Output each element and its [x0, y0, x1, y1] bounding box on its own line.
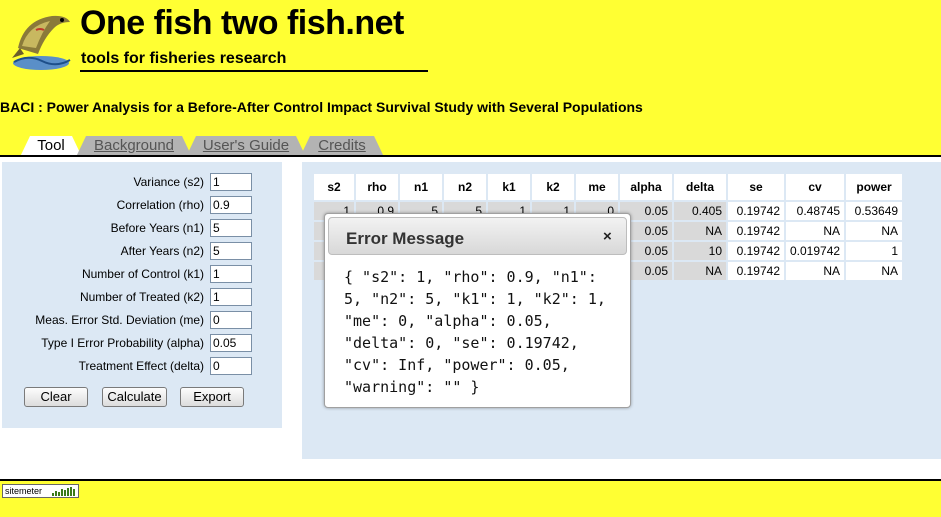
correlation-input[interactable] — [210, 196, 252, 214]
column-header-alpha: alpha — [620, 174, 672, 200]
column-header-cv: cv — [786, 174, 845, 200]
before-years-input[interactable] — [210, 219, 252, 237]
table-cell: 1 — [846, 242, 903, 260]
variance-label: Variance (s2) — [133, 175, 204, 189]
site-header: One fish two fish.net tools for fisherie… — [0, 0, 941, 100]
column-header-power: power — [846, 174, 903, 200]
error-dialog: Error Message × { "s2": 1, "rho": 0.9, "… — [324, 213, 631, 408]
correlation-label: Correlation (rho) — [116, 198, 204, 212]
tab-credits-label: Credits — [318, 137, 366, 154]
form-row-delta: Treatment Effect (delta) — [2, 356, 282, 376]
dialog-title: Error Message — [346, 229, 465, 248]
table-cell: 0.19742 — [728, 242, 784, 260]
table-cell: 0.53649 — [846, 202, 903, 220]
column-header-k2: k2 — [532, 174, 574, 200]
table-cell: 0.48745 — [786, 202, 845, 220]
delta-label: Treatment Effect (delta) — [78, 359, 204, 373]
form-row-alpha: Type I Error Probability (alpha) — [2, 333, 282, 353]
subtitle-underline — [80, 70, 428, 72]
alpha-input[interactable] — [210, 334, 252, 352]
table-cell: 0.19742 — [728, 202, 784, 220]
tab-credits[interactable]: Credits — [300, 136, 384, 157]
table-cell: 0.19742 — [728, 262, 784, 280]
column-header-s2: s2 — [314, 174, 354, 200]
number-of-control-label: Number of Control (k1) — [81, 267, 204, 281]
sitemeter-label: sitemeter — [5, 486, 43, 496]
table-cell: 10 — [674, 242, 726, 260]
column-header-rho: rho — [356, 174, 398, 200]
column-header-se: se — [728, 174, 784, 200]
form-row-after-years: After Years (n2) — [2, 241, 282, 261]
close-icon[interactable]: × — [603, 229, 612, 244]
after-years-input[interactable] — [210, 242, 252, 260]
page-title: BACI : Power Analysis for a Before-After… — [0, 99, 643, 115]
table-cell: 0.019742 — [786, 242, 845, 260]
dialog-message: { "s2": 1, "rho": 0.9, "n1": 5, "n2": 5,… — [344, 268, 606, 396]
after-years-label: After Years (n2) — [120, 244, 204, 258]
variance-input[interactable] — [210, 173, 252, 191]
sitemeter-badge[interactable]: sitemeter — [2, 484, 79, 498]
export-button[interactable]: Export — [180, 387, 244, 407]
column-header-k1: k1 — [488, 174, 530, 200]
leaping-fish-icon — [8, 8, 74, 72]
bar-chart-icon — [52, 487, 75, 496]
table-cell: NA — [674, 262, 726, 280]
table-cell: NA — [786, 262, 845, 280]
delta-input[interactable] — [210, 357, 252, 375]
alpha-label: Type I Error Probability (alpha) — [41, 336, 204, 350]
column-header-delta: delta — [674, 174, 726, 200]
tab-background-label: Background — [93, 137, 175, 154]
form-row-number-of-treated: Number of Treated (k2) — [2, 287, 282, 307]
before-years-label: Before Years (n1) — [110, 221, 204, 235]
meas-error-input[interactable] — [210, 311, 252, 329]
number-of-control-input[interactable] — [210, 265, 252, 283]
column-header-n2: n2 — [444, 174, 486, 200]
column-header-n1: n1 — [400, 174, 442, 200]
calculate-button[interactable]: Calculate — [102, 387, 167, 407]
tab-background[interactable]: Background — [76, 136, 192, 157]
results-header-row: s2 rho n1 n2 k1 k2 me alpha delta se cv … — [314, 174, 903, 200]
form-row-meas-error: Meas. Error Std. Deviation (me) — [2, 310, 282, 330]
footer-divider — [0, 479, 941, 481]
table-cell: NA — [846, 222, 903, 240]
tab-tool-label: Tool — [37, 137, 65, 154]
table-cell: 0.19742 — [728, 222, 784, 240]
form-row-before-years: Before Years (n1) — [2, 218, 282, 238]
meas-error-label: Meas. Error Std. Deviation (me) — [35, 313, 204, 327]
number-of-treated-input[interactable] — [210, 288, 252, 306]
column-header-me: me — [576, 174, 618, 200]
tab-tool[interactable]: Tool — [20, 136, 82, 157]
number-of-treated-label: Number of Treated (k2) — [79, 290, 204, 304]
form-row-variance: Variance (s2) — [2, 172, 282, 192]
table-cell: NA — [846, 262, 903, 280]
site-subtitle: tools for fisheries research — [81, 50, 287, 67]
tab-users-guide-label: User's Guide — [202, 137, 290, 154]
dialog-titlebar[interactable]: Error Message × — [328, 217, 627, 255]
site-title: One fish two fish.net — [80, 4, 404, 42]
tab-users-guide[interactable]: User's Guide — [186, 136, 306, 157]
form-row-correlation: Correlation (rho) — [2, 195, 282, 215]
clear-button[interactable]: Clear — [24, 387, 88, 407]
form-row-number-of-control: Number of Control (k1) — [2, 264, 282, 284]
table-cell: 0.405 — [674, 202, 726, 220]
table-cell: NA — [674, 222, 726, 240]
table-cell: NA — [786, 222, 845, 240]
